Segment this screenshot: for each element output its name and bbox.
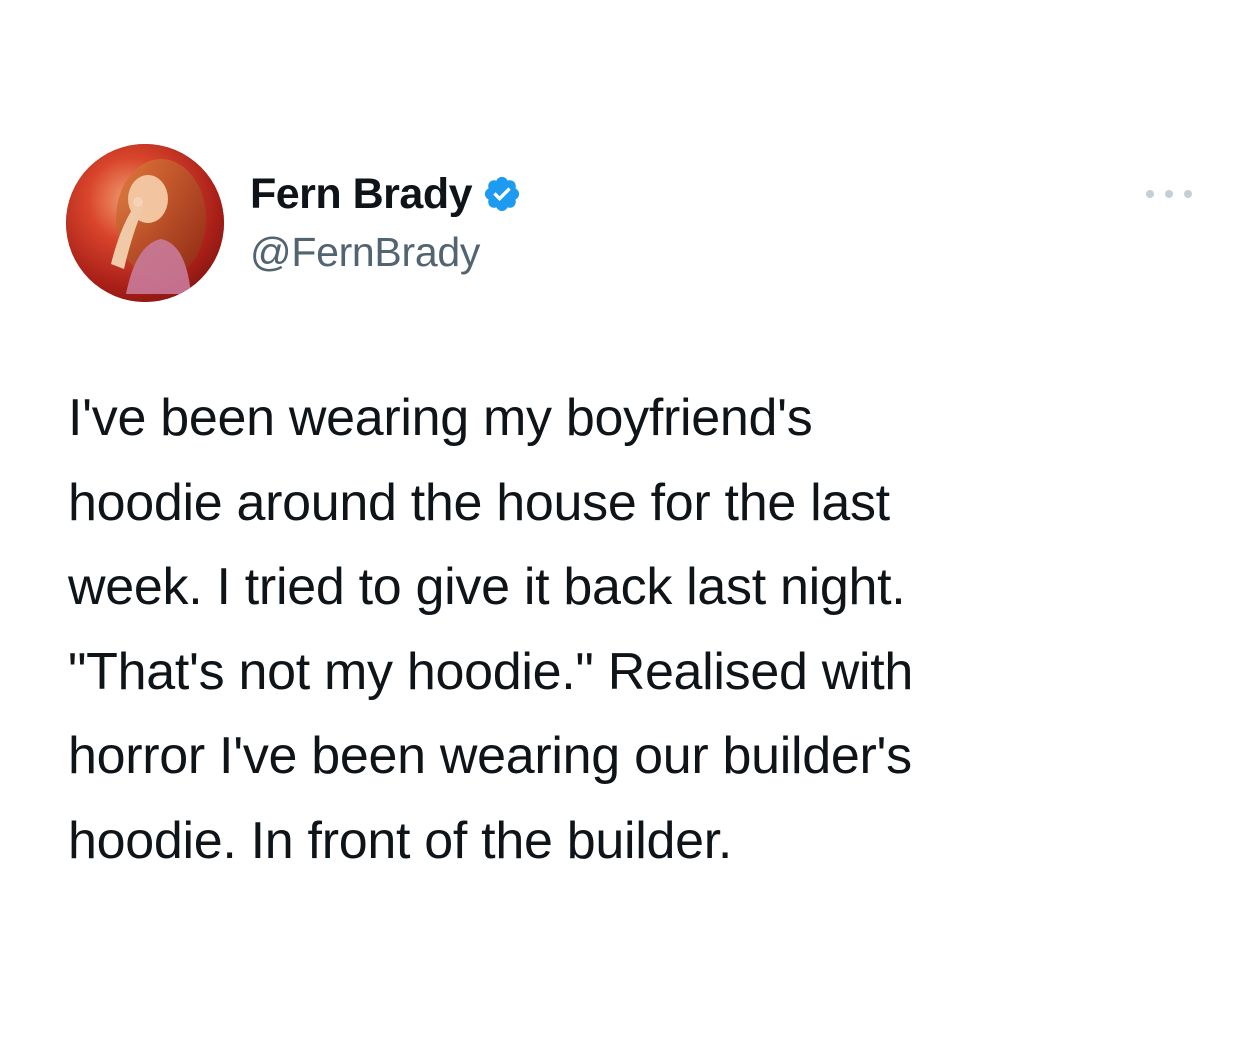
user-handle[interactable]: @FernBrady [250, 226, 480, 278]
tweet-text: I've been wearing my boyfriend's hoodie … [68, 376, 1218, 883]
avatar-image [66, 144, 224, 302]
tweet-text-line: week. I tried to give it back last night… [68, 558, 906, 616]
verified-badge-icon [484, 176, 520, 212]
display-name[interactable]: Fern Brady [250, 168, 473, 220]
more-dot [1184, 190, 1192, 198]
tweet-text-line: horror I've been wearing our builder's [68, 727, 912, 785]
tweet-text-line: I've been wearing my boyfriend's [68, 389, 813, 447]
avatar[interactable] [66, 144, 224, 302]
more-dot [1146, 190, 1154, 198]
author-name-row: Fern Brady [250, 168, 522, 220]
tweet-text-line: "That's not my hoodie." Realised with [68, 642, 914, 701]
more-dot [1165, 190, 1173, 198]
tweet-text-line: hoodie. In front of the builder. [68, 811, 732, 870]
more-options-icon[interactable] [1146, 182, 1192, 206]
tweet-text-line: hoodie around the house for the last [68, 473, 890, 532]
tweet-card: Fern Brady @FernBrady I've been wearing … [0, 0, 1242, 1058]
